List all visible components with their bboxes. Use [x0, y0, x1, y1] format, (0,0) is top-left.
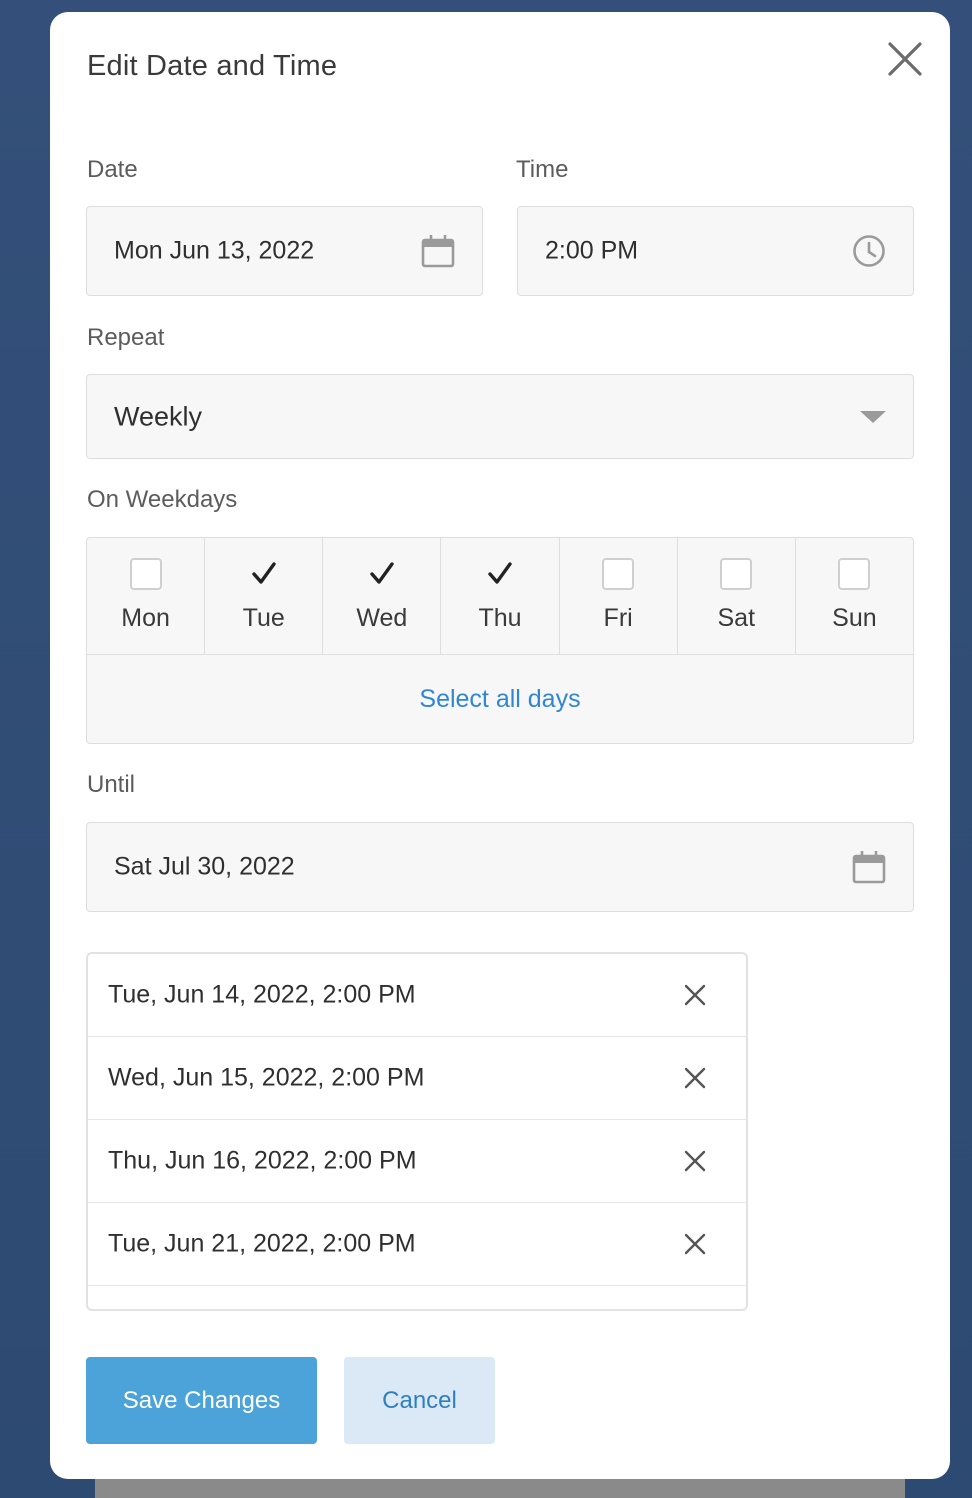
list-item: Tue, Jun 14, 2022, 2:00 PM [88, 954, 746, 1037]
weekday-fri[interactable]: Fri [560, 538, 678, 654]
list-item: Thu, Jun 16, 2022, 2:00 PM [88, 1120, 746, 1203]
close-icon [888, 42, 922, 76]
weekday-sat[interactable]: Sat [678, 538, 796, 654]
close-icon [684, 984, 706, 1006]
time-label: Time [516, 156, 569, 183]
remove-occurrence-button[interactable] [682, 1148, 708, 1174]
date-label: Date [87, 156, 138, 183]
weekday-sun[interactable]: Sun [796, 538, 913, 654]
close-button[interactable] [886, 40, 924, 78]
repeat-label: Repeat [87, 324, 165, 351]
checkbox[interactable] [720, 558, 753, 590]
save-changes-button[interactable]: Save Changes [86, 1357, 317, 1444]
occurrence-text: Tue, Jun 14, 2022, 2:00 PM [108, 980, 416, 1009]
repeat-select[interactable]: Weekly [86, 374, 914, 459]
date-field[interactable]: Mon Jun 13, 2022 [86, 206, 483, 296]
occurrence-text: Wed, Jun 15, 2022, 2:00 PM [108, 1063, 425, 1092]
weekday-tue[interactable]: Tue [205, 538, 324, 654]
remove-occurrence-button[interactable] [682, 1231, 708, 1257]
close-icon [684, 1150, 706, 1172]
weekday-label: Sat [717, 604, 756, 632]
checkbox[interactable] [129, 558, 162, 590]
remove-occurrence-button[interactable] [682, 1065, 708, 1091]
weekday-mon[interactable]: Mon [87, 538, 206, 654]
modal-title: Edit Date and Time [87, 50, 338, 82]
cancel-button[interactable]: Cancel [344, 1357, 495, 1444]
remove-occurrence-button[interactable] [682, 982, 708, 1008]
weekday-label: Fri [603, 604, 633, 632]
weekday-thu[interactable]: Thu [441, 538, 560, 654]
until-field[interactable]: Sat Jul 30, 2022 [86, 822, 914, 912]
weekday-label: Sun [832, 604, 877, 632]
repeat-value: Weekly [114, 401, 203, 431]
calendar-icon[interactable] [421, 234, 455, 268]
clock-icon[interactable] [852, 234, 886, 268]
select-all-days-link[interactable]: Select all days [87, 655, 913, 743]
date-value: Mon Jun 13, 2022 [114, 236, 315, 265]
weekdays-label: On Weekdays [87, 486, 238, 513]
weekday-label: Thu [478, 604, 522, 632]
weekday-wed[interactable]: Wed [323, 538, 442, 654]
until-value: Sat Jul 30, 2022 [114, 852, 295, 881]
occurrence-text: Thu, Jun 16, 2022, 2:00 PM [108, 1146, 417, 1175]
checkmark-icon[interactable] [366, 558, 398, 590]
checkbox[interactable] [602, 558, 635, 590]
weekday-label: Tue [242, 604, 285, 632]
weekday-selector: Mon Tue Wed Thu Fri Sat Sun Select all days [86, 537, 914, 744]
close-icon [684, 1067, 706, 1089]
caret-down-icon [860, 410, 886, 424]
checkmark-icon[interactable] [248, 558, 280, 590]
weekday-row: Mon Tue Wed Thu Fri Sat Sun [87, 538, 913, 655]
edit-date-time-modal: Edit Date and Time Date Mon Jun 13, 2022… [50, 12, 950, 1479]
weekday-label: Mon [121, 604, 170, 632]
time-value: 2:00 PM [545, 236, 639, 265]
weekday-label: Wed [356, 604, 408, 632]
checkbox[interactable] [838, 558, 871, 590]
occurrence-text: Tue, Jun 21, 2022, 2:00 PM [108, 1229, 416, 1258]
list-item: Wed, Jun 15, 2022, 2:00 PM [88, 1037, 746, 1120]
occurrence-list: Tue, Jun 14, 2022, 2:00 PM Wed, Jun 15, 2… [86, 952, 748, 1311]
until-label: Until [87, 771, 136, 798]
list-item: Tue, Jun 21, 2022, 2:00 PM [88, 1203, 746, 1286]
checkmark-icon[interactable] [484, 558, 516, 590]
time-field[interactable]: 2:00 PM [517, 206, 914, 296]
close-icon [684, 1233, 706, 1255]
calendar-icon[interactable] [852, 850, 886, 884]
